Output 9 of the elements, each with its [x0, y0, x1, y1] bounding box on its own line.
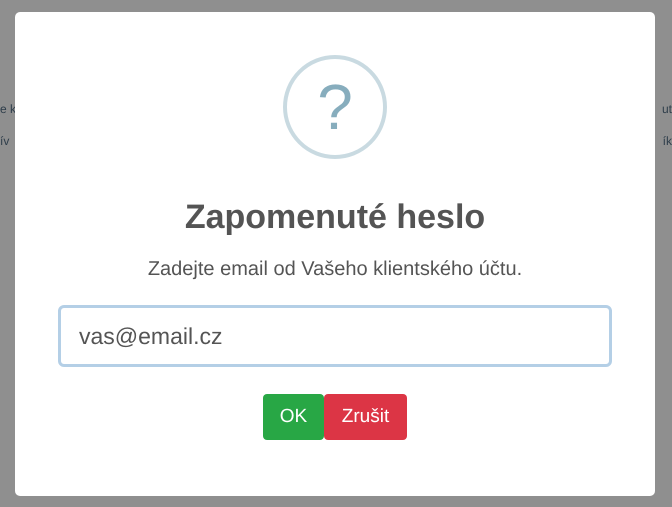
dialog-title: Zapomenuté heslo [184, 197, 486, 237]
background-text: ut [662, 101, 672, 118]
background-text: ív [0, 133, 10, 150]
background-text: ík [662, 133, 672, 150]
ok-button[interactable]: OK [263, 394, 324, 440]
dialog-message: Zadejte email od Vašeho klientského účtu. [148, 257, 522, 282]
cancel-button[interactable]: Zrušit [324, 394, 407, 440]
question-icon: ? [283, 55, 387, 159]
email-field[interactable]: vas@email.cz [58, 305, 612, 367]
